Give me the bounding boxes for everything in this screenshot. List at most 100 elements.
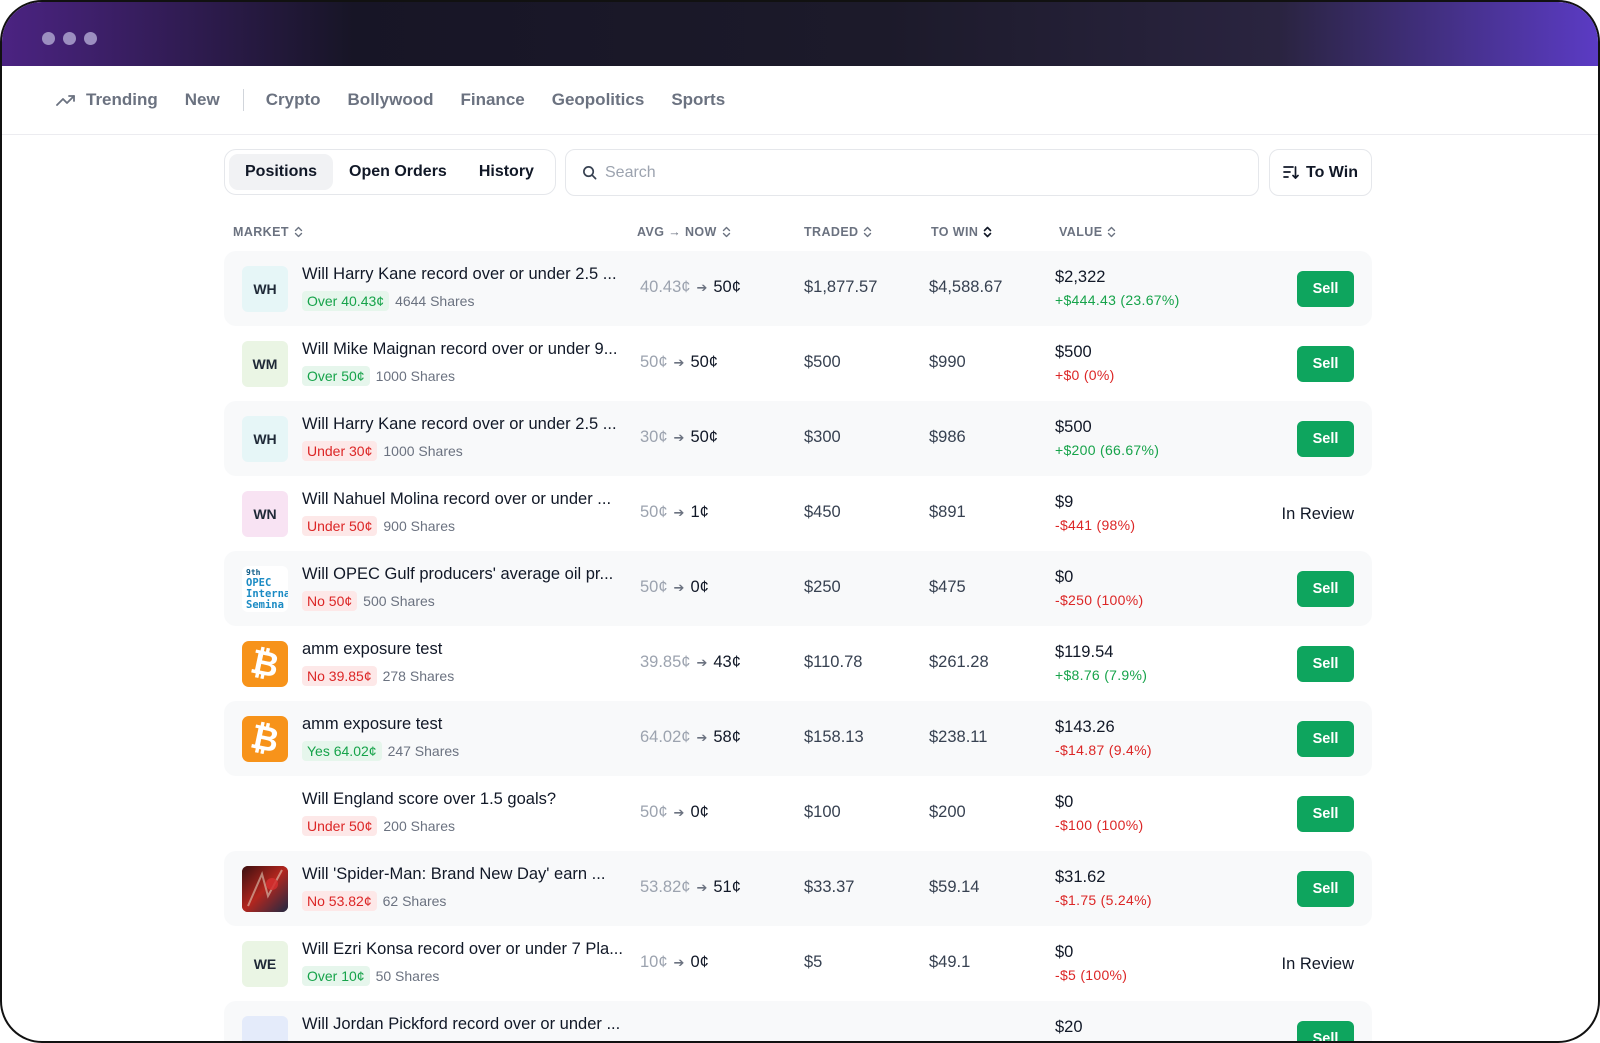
arrow-right-icon: ➔ [696, 730, 708, 745]
position-row[interactable]: WN Will Nahuel Molina record over or und… [224, 476, 1372, 551]
market-title[interactable]: Will England score over 1.5 goals? [302, 790, 630, 809]
avg-now-price: 40.43¢ ➔ 50¢ [640, 278, 741, 297]
position-row[interactable]: ₿ amm exposure test No 39.85¢ 278 Shares… [224, 626, 1372, 701]
category-geopolitics[interactable]: Geopolitics [552, 90, 645, 110]
column-traded[interactable]: TRADED [804, 225, 872, 239]
in-review-status: In Review [1281, 504, 1354, 523]
market-title[interactable]: Will 'Spider-Man: Brand New Day' earn ..… [302, 865, 630, 884]
category-label: New [184, 90, 220, 109]
market-title[interactable]: Will Harry Kane record over or under 2.5… [302, 415, 630, 434]
category-label: Geopolitics [551, 90, 645, 109]
shares-count: 500 Shares [363, 593, 435, 609]
arrow-right-icon: ➔ [696, 880, 708, 895]
sell-button[interactable]: Sell [1297, 421, 1354, 457]
category-label: Trending [86, 90, 158, 109]
sell-button[interactable]: Sell [1297, 646, 1354, 682]
nav-divider [242, 89, 244, 111]
category-crypto[interactable]: Crypto [266, 90, 321, 110]
shares-count: 50 Shares [375, 968, 440, 984]
portfolio-tabs: Positions Open Orders History [224, 149, 556, 195]
position-value: $500 [1055, 418, 1092, 436]
category-sports[interactable]: Sports [671, 90, 725, 110]
arrow-right-icon: ➔ [696, 280, 708, 295]
market-title[interactable]: Will OPEC Gulf producers' average oil pr… [302, 565, 630, 584]
market-title[interactable]: amm exposure test [302, 640, 630, 659]
now-price: 0¢ [690, 803, 709, 821]
position-row[interactable]: ₿ amm exposure test Yes 64.02¢ 247 Share… [224, 701, 1372, 776]
avg-now-price: 50¢ ➔ 1¢ [640, 503, 709, 522]
position-value: $2,322 [1055, 268, 1106, 286]
position-row[interactable]: Will 'Spider-Man: Brand New Day' earn ..… [224, 851, 1372, 926]
opec-seminar-logo: 9th OPEC Interna Semina [242, 566, 288, 612]
position-row[interactable]: WE Will Ezri Konsa record over or under … [224, 926, 1372, 1001]
position-meta: No 53.82¢ 62 Shares [302, 891, 446, 911]
sort-to-win-button[interactable]: To Win [1269, 149, 1372, 196]
to-win-amount: $990 [929, 353, 966, 371]
arrow-right-icon: ➔ [673, 430, 685, 445]
row-action: Sell [1297, 1021, 1354, 1041]
now-price: 50¢ [713, 278, 741, 296]
profit-loss: +$0 (0%) [1055, 367, 1115, 383]
category-trending[interactable]: Trending [56, 90, 158, 110]
row-action: Sell [1297, 346, 1354, 382]
tab-open-orders[interactable]: Open Orders [333, 154, 463, 190]
category-bollywood[interactable]: Bollywood [348, 90, 434, 110]
search-input[interactable] [605, 163, 1225, 182]
tab-positions[interactable]: Positions [229, 154, 334, 190]
position-meta: No 39.85¢ 278 Shares [302, 666, 454, 686]
sell-button[interactable]: Sell [1297, 871, 1354, 907]
column-market[interactable]: MARKET [233, 225, 303, 239]
window-dot-minimize[interactable] [63, 32, 76, 45]
category-new[interactable]: New [185, 90, 220, 110]
position-row[interactable]: Will Jordan Pickford record over or unde… [224, 1001, 1372, 1041]
row-action: Sell [1297, 571, 1354, 607]
market-title[interactable]: Will Jordan Pickford record over or unde… [302, 1015, 630, 1034]
position-row[interactable]: WH Will Harry Kane record over or under … [224, 251, 1372, 326]
to-win-amount: $261.28 [929, 653, 989, 671]
search-box [565, 149, 1259, 196]
traded-amount: $33.37 [804, 878, 855, 896]
profit-loss: +$444.43 (23.67%) [1055, 292, 1180, 308]
profit-loss: -$250 (100%) [1055, 592, 1144, 608]
tab-history[interactable]: History [463, 154, 550, 190]
outcome-badge: Over 40.43¢ [302, 291, 390, 311]
market-title[interactable]: amm exposure test [302, 715, 630, 734]
position-row[interactable]: WH Will Harry Kane record over or under … [224, 401, 1372, 476]
market-avatar-empty [242, 791, 288, 837]
market-title[interactable]: Will Harry Kane record over or under 2.5… [302, 265, 630, 284]
row-action: Sell [1297, 796, 1354, 832]
to-win-amount: $986 [929, 428, 966, 446]
arrow-right-icon: ➔ [696, 655, 708, 670]
position-meta: Under 50¢ 900 Shares [302, 516, 455, 536]
sell-button[interactable]: Sell [1297, 1021, 1354, 1041]
position-row[interactable]: 9th OPEC Interna Semina Will OPEC Gulf prod… [224, 551, 1372, 626]
avg-price: 50¢ [640, 578, 668, 596]
to-win-amount: $4,588.67 [929, 278, 1003, 296]
market-title[interactable]: Will Ezri Konsa record over or under 7 P… [302, 940, 630, 959]
column-to-win[interactable]: TO WIN [931, 225, 992, 239]
now-price: 1¢ [690, 503, 709, 521]
sell-button[interactable]: Sell [1297, 796, 1354, 832]
sell-button[interactable]: Sell [1297, 721, 1354, 757]
bitcoin-icon: ₿ [242, 641, 288, 687]
bitcoin-icon: ₿ [242, 716, 288, 762]
market-title[interactable]: Will Mike Maignan record over or under 9… [302, 340, 630, 359]
row-action: In Review [1282, 946, 1354, 982]
sell-button[interactable]: Sell [1297, 571, 1354, 607]
traded-amount: $300 [804, 428, 841, 446]
position-row[interactable]: WM Will Mike Maignan record over or unde… [224, 326, 1372, 401]
column-value[interactable]: VALUE [1059, 225, 1116, 239]
window-dot-close[interactable] [42, 32, 55, 45]
category-finance[interactable]: Finance [460, 90, 524, 110]
position-row[interactable]: Will England score over 1.5 goals? Under… [224, 776, 1372, 851]
column-avg-now[interactable]: AVG → NOW [637, 225, 731, 239]
market-title[interactable]: Will Nahuel Molina record over or under … [302, 490, 630, 509]
outcome-badge: No 53.82¢ [302, 891, 377, 911]
window-dot-maximize[interactable] [84, 32, 97, 45]
now-price: 0¢ [690, 953, 709, 971]
position-value: $143.26 [1055, 718, 1115, 736]
profit-loss: -$14.87 (9.4%) [1055, 742, 1152, 758]
sell-button[interactable]: Sell [1297, 346, 1354, 382]
avg-price: 64.02¢ [640, 728, 691, 746]
sell-button[interactable]: Sell [1297, 271, 1354, 307]
